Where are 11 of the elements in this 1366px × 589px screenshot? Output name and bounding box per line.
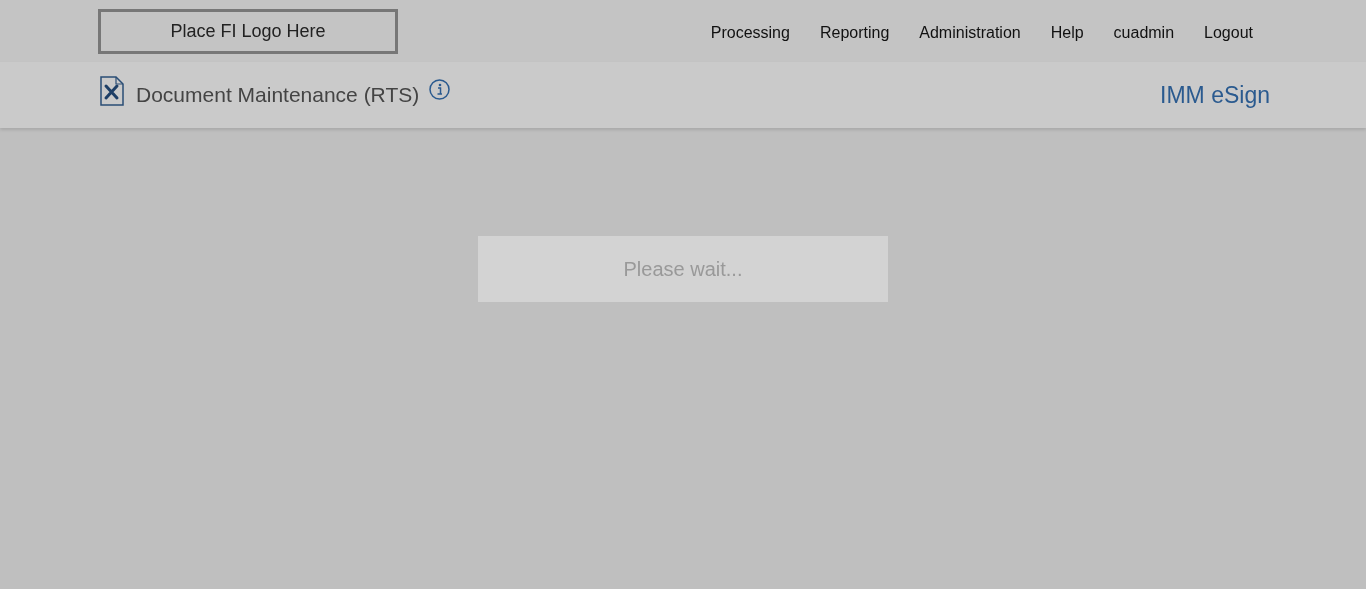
loading-message: Please wait... [623,257,743,281]
nav-link[interactable]: Logout [1204,24,1253,42]
nav-link[interactable]: Reporting [819,24,890,42]
nav-link[interactable]: Help [1050,24,1084,42]
logo-link[interactable]: Place FI Logo Here [98,8,398,54]
nav-link[interactable]: Administration [919,24,1021,42]
nav-link[interactable]: Processing [710,24,790,42]
app-name: IMM eSign [1160,81,1270,109]
info-icon[interactable] [429,79,451,100]
page-title: Document Maintenance (RTS) [136,83,420,107]
nav-link[interactable]: cuadmin [1113,24,1175,42]
